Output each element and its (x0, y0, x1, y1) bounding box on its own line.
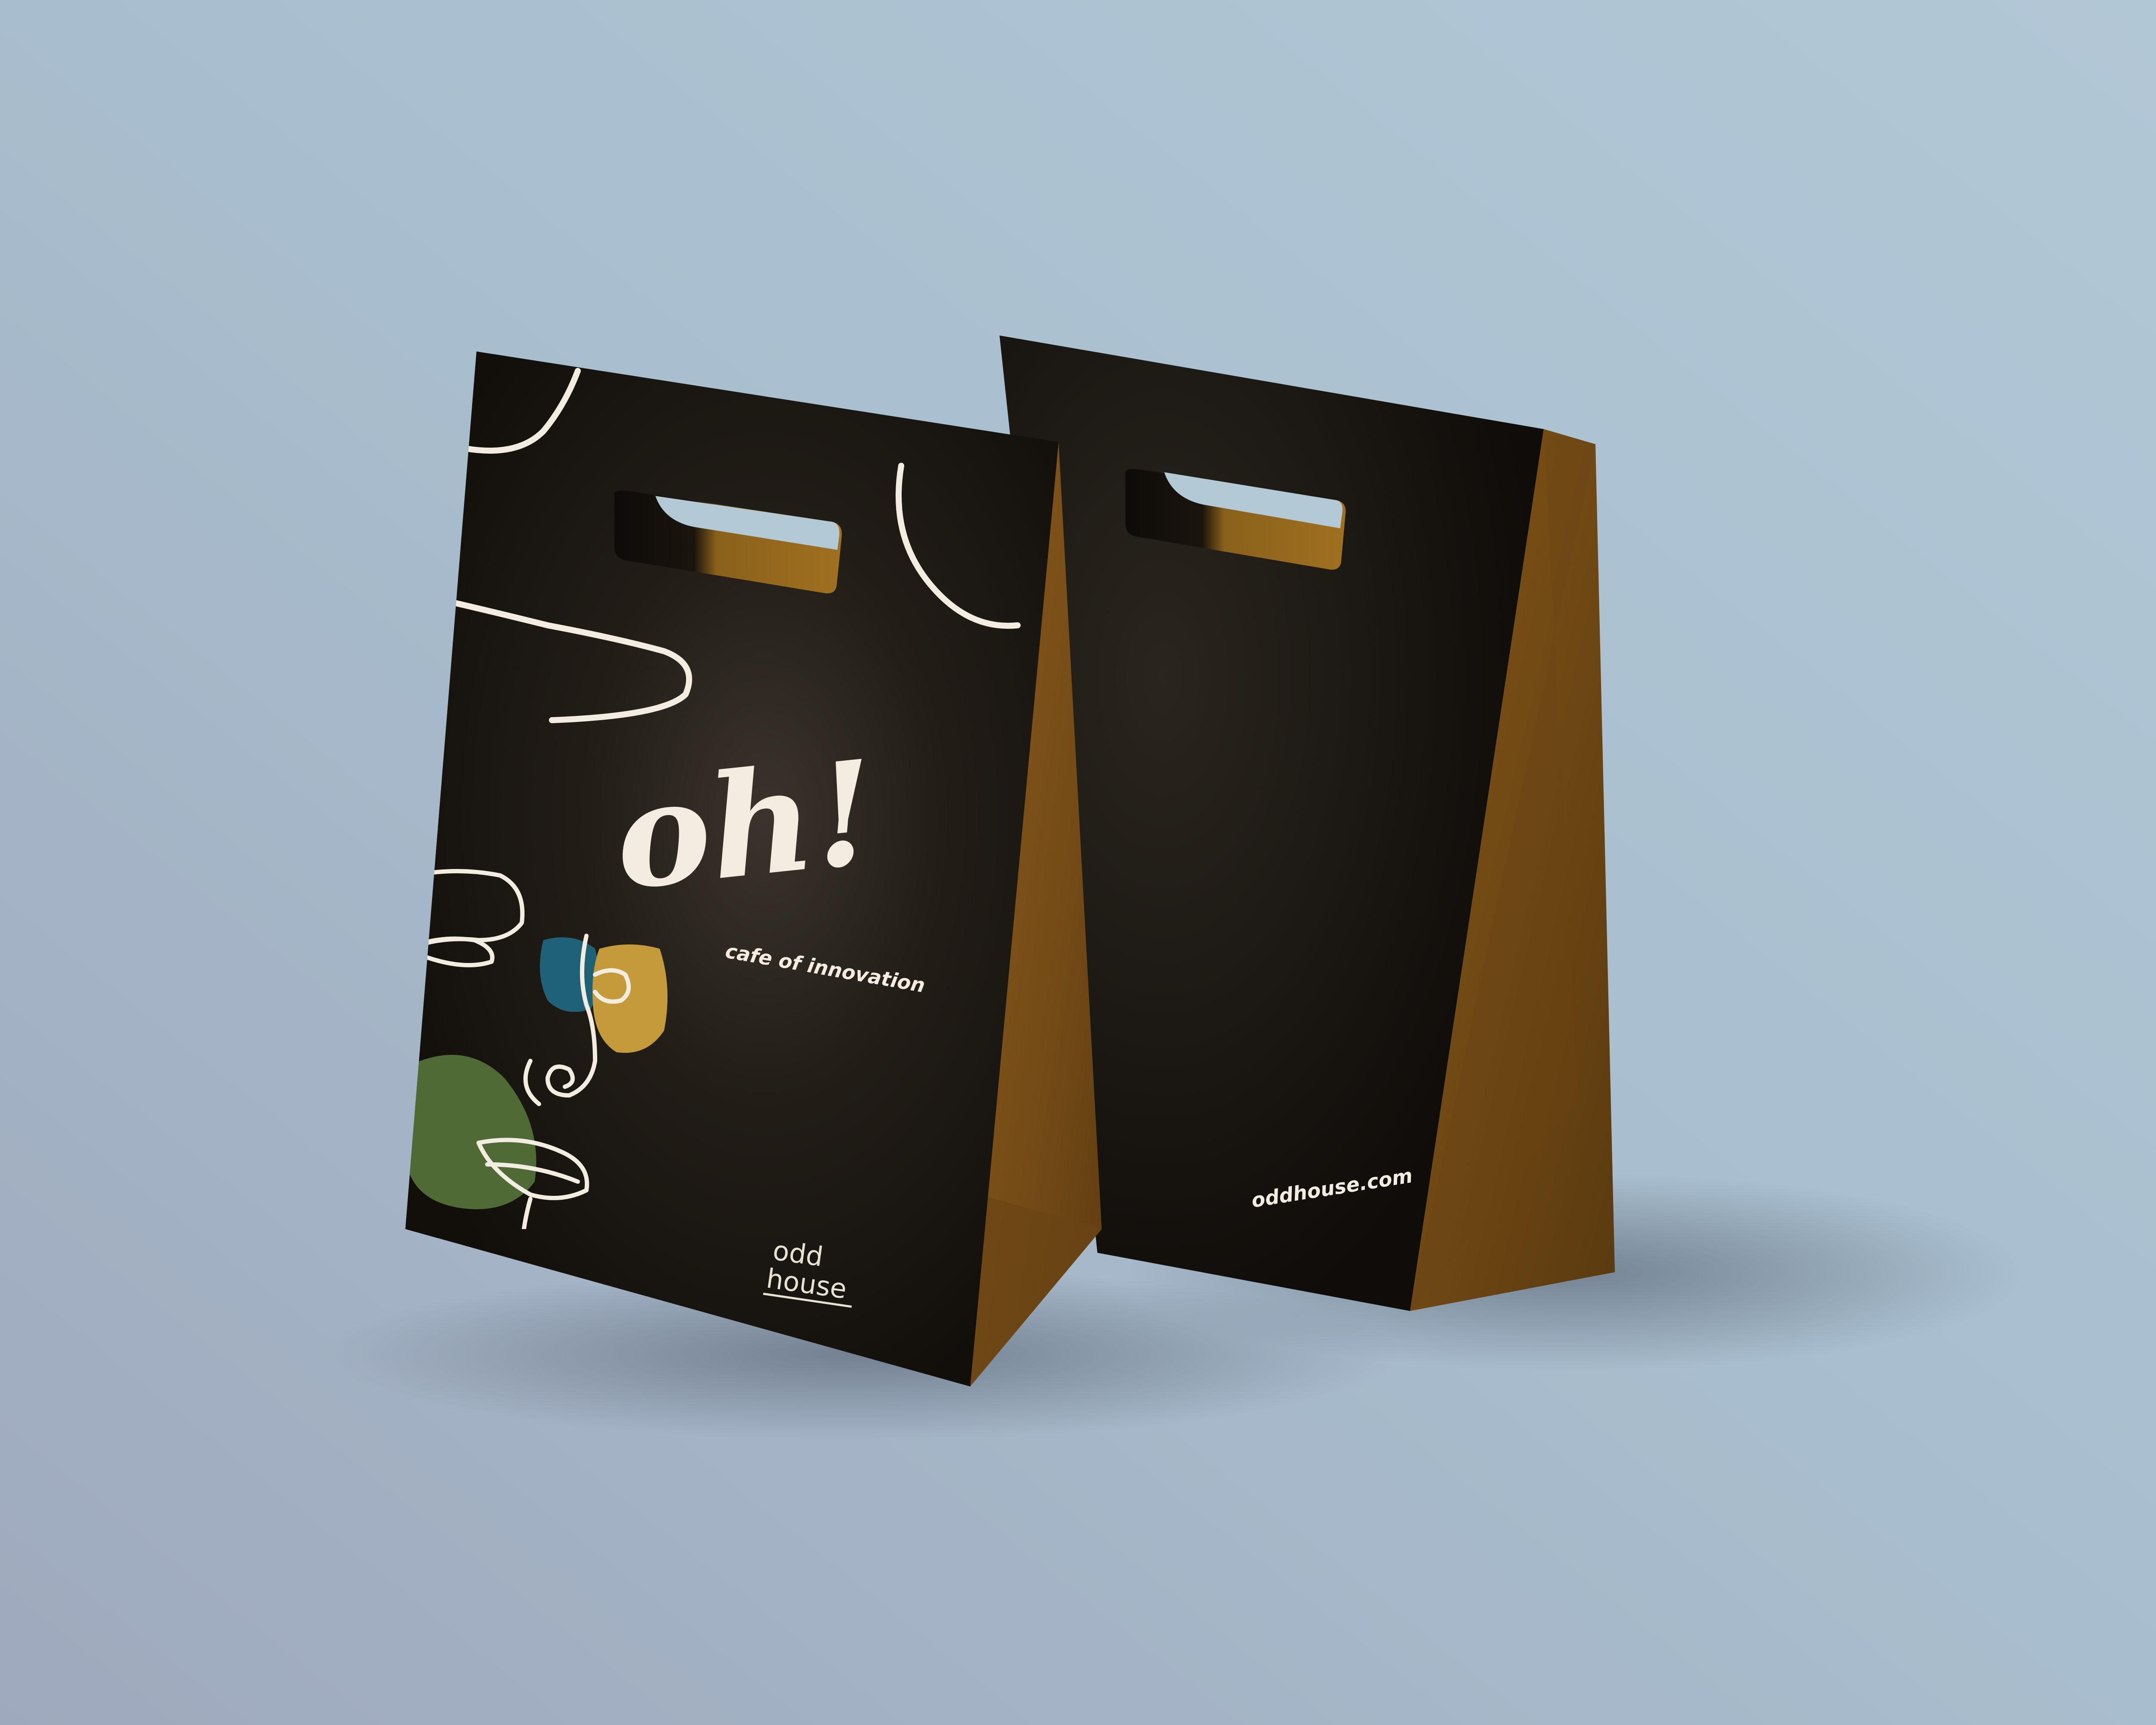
headline-oh: oh! (607, 728, 884, 922)
front-bag: oh! cafe of innovation odd house (405, 351, 1102, 1386)
product-mockup-scene: oddhouse.com oh! cafe of innovation odd … (0, 0, 2156, 1725)
teal-shape (540, 937, 599, 1012)
